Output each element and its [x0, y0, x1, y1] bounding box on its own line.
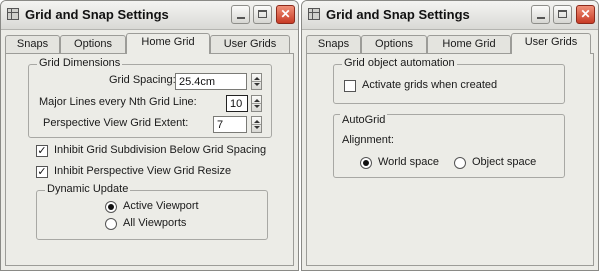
grid-object-automation-legend: Grid object automation [342, 57, 457, 69]
grid-dimensions-legend: Grid Dimensions [37, 57, 123, 69]
grid-snap-window-user-grids: Grid and Snap Settings ✕ Snaps Options H… [301, 0, 599, 271]
inhibit-subdivision-checkbox[interactable]: ✓ [36, 145, 48, 157]
tab-user-grids[interactable]: User Grids [210, 35, 290, 53]
inhibit-resize-checkbox[interactable]: ✓ [36, 166, 48, 178]
tab-options[interactable]: Options [361, 35, 427, 53]
grid-spacing-spinner[interactable] [251, 73, 262, 90]
inhibit-subdivision-label[interactable]: Inhibit Grid Subdivision Below Grid Spac… [54, 144, 266, 156]
world-space-radio[interactable] [360, 157, 372, 169]
perspective-extent-input[interactable] [213, 116, 247, 133]
activate-grids-label[interactable]: Activate grids when created [362, 79, 497, 91]
grid-spacing-input[interactable] [175, 73, 247, 90]
maximize-button[interactable] [253, 5, 272, 24]
major-lines-spinner[interactable] [251, 95, 262, 112]
tab-home-grid[interactable]: Home Grid [126, 33, 210, 54]
perspective-extent-label: Perspective View Grid Extent: [43, 117, 189, 129]
world-space-label[interactable]: World space [378, 156, 439, 168]
grid-app-icon [308, 8, 320, 20]
inhibit-resize-label[interactable]: Inhibit Perspective View Grid Resize [54, 165, 231, 177]
tab-user-grids[interactable]: User Grids [511, 33, 591, 54]
spinner-up-icon [254, 77, 260, 80]
activate-grids-checkbox[interactable] [344, 80, 356, 92]
alignment-label: Alignment: [342, 134, 394, 146]
minimize-icon [536, 17, 545, 19]
grid-app-icon [7, 8, 19, 20]
grid-object-automation-group: Grid object automation Activate grids wh… [333, 57, 565, 104]
maximize-button[interactable] [553, 5, 572, 24]
user-grids-panel: Grid object automation Activate grids wh… [306, 53, 594, 266]
spinner-down-icon [254, 83, 260, 86]
autogrid-legend: AutoGrid [340, 114, 388, 126]
home-grid-panel: Grid Dimensions Grid Spacing: Major Line… [5, 53, 294, 266]
title-bar[interactable]: Grid and Snap Settings ✕ [1, 1, 298, 30]
autogrid-group: AutoGrid Alignment: World space Object s… [333, 114, 565, 178]
minimize-button[interactable] [531, 5, 550, 24]
major-lines-input[interactable] [226, 95, 248, 112]
spinner-up-icon [254, 120, 260, 123]
spinner-down-icon [254, 126, 260, 129]
active-viewport-label[interactable]: Active Viewport [123, 200, 199, 212]
object-space-radio[interactable] [454, 157, 466, 169]
minimize-button[interactable] [231, 5, 250, 24]
major-lines-label: Major Lines every Nth Grid Line: [39, 96, 197, 108]
close-button[interactable]: ✕ [276, 5, 295, 24]
minimize-icon [236, 17, 245, 19]
grid-spacing-label: Grid Spacing: [109, 74, 176, 86]
tab-snaps[interactable]: Snaps [5, 35, 60, 53]
close-button[interactable]: ✕ [576, 5, 595, 24]
tab-home-grid[interactable]: Home Grid [427, 35, 511, 53]
active-viewport-radio[interactable] [105, 201, 117, 213]
spinner-down-icon [254, 105, 260, 108]
dynamic-update-legend: Dynamic Update [45, 183, 131, 195]
close-icon: ✕ [580, 7, 591, 21]
window-title: Grid and Snap Settings [25, 7, 169, 22]
tab-options[interactable]: Options [60, 35, 126, 53]
maximize-icon [258, 10, 267, 18]
perspective-extent-spinner[interactable] [251, 116, 262, 133]
close-icon: ✕ [280, 7, 291, 21]
title-bar[interactable]: Grid and Snap Settings ✕ [302, 1, 598, 30]
object-space-label[interactable]: Object space [472, 156, 536, 168]
grid-snap-window-home-grid: Grid and Snap Settings ✕ Snaps Options H… [0, 0, 299, 271]
grid-dimensions-group: Grid Dimensions Grid Spacing: Major Line… [28, 57, 272, 138]
dynamic-update-group: Dynamic Update Active Viewport All Viewp… [36, 183, 268, 240]
maximize-icon [558, 10, 567, 18]
all-viewports-radio[interactable] [105, 218, 117, 230]
spinner-up-icon [254, 99, 260, 102]
all-viewports-label[interactable]: All Viewports [123, 217, 186, 229]
tab-snaps[interactable]: Snaps [306, 35, 361, 53]
window-title: Grid and Snap Settings [326, 7, 470, 22]
